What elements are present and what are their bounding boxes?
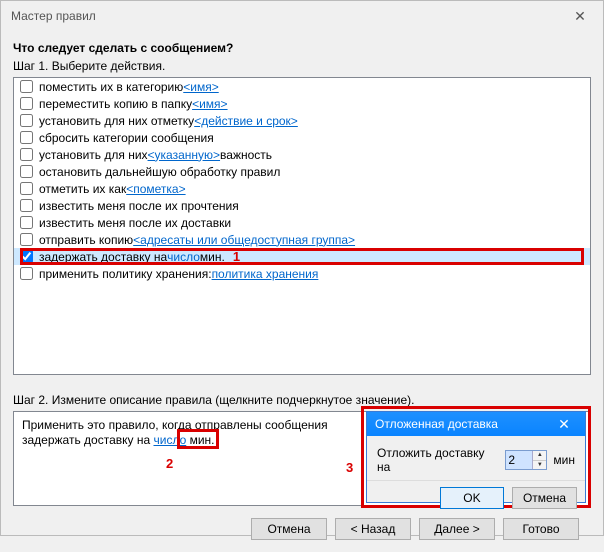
action-row[interactable]: известить меня после их доставки — [14, 214, 590, 231]
action-text: переместить копию в папку — [39, 97, 192, 111]
action-text: установить для них — [39, 148, 148, 162]
action-checkbox[interactable] — [20, 165, 33, 178]
close-icon[interactable]: ✕ — [557, 1, 603, 31]
unit-label: мин — [553, 453, 575, 467]
titlebar: Мастер правил ✕ — [1, 1, 603, 31]
desc-pre: задержать доставку на — [22, 433, 153, 447]
next-button[interactable]: Далее > — [419, 518, 495, 540]
action-row[interactable]: остановить дальнейшую обработку правил — [14, 163, 590, 180]
action-row[interactable]: отметить их как <пометка> — [14, 180, 590, 197]
action-row[interactable]: отправить копию <адресаты или общедоступ… — [14, 231, 590, 248]
action-checkbox[interactable] — [20, 148, 33, 161]
annotation-box-3: Отложенная доставка ✕ Отложить доставку … — [361, 406, 591, 508]
action-checkbox[interactable] — [20, 182, 33, 195]
action-link[interactable]: <пометка> — [126, 182, 185, 196]
step1-label: Шаг 1. Выберите действия. — [13, 59, 591, 73]
action-checkbox[interactable] — [20, 80, 33, 93]
action-text: отправить копию — [39, 233, 133, 247]
defer-label: Отложить доставку на — [377, 446, 499, 474]
action-row[interactable]: установить для них <указанную> важность — [14, 146, 590, 163]
action-link[interactable]: <указанную> — [148, 148, 221, 162]
annotation-number-1: 1 — [233, 249, 240, 264]
desc-number-link[interactable]: число — [153, 433, 186, 447]
action-text: применить политику хранения: — [39, 267, 212, 281]
action-row[interactable]: поместить их в категорию <имя> — [14, 78, 590, 95]
action-checkbox[interactable] — [20, 267, 33, 280]
action-row[interactable]: известить меня после их прочтения — [14, 197, 590, 214]
action-text: поместить их в категорию — [39, 80, 183, 94]
action-checkbox[interactable] — [20, 199, 33, 212]
action-row[interactable]: применить политику хранения: политика хр… — [14, 265, 590, 282]
action-link[interactable]: <адресаты или общедоступная группа> — [133, 233, 355, 247]
action-checkbox[interactable] — [20, 114, 33, 127]
action-text-post: мин. — [200, 250, 225, 264]
action-checkbox[interactable] — [20, 97, 33, 110]
action-link[interactable]: политика хранения — [212, 267, 319, 281]
action-row[interactable]: сбросить категории сообщения — [14, 129, 590, 146]
annotation-number-2: 2 — [166, 456, 173, 471]
finish-button[interactable]: Готово — [503, 518, 579, 540]
dialog-title: Отложенная доставка — [375, 417, 498, 431]
action-text: задержать доставку на — [39, 250, 167, 264]
action-text: установить для них отметку — [39, 114, 194, 128]
desc-post: мин. — [186, 433, 214, 447]
action-checkbox[interactable] — [20, 216, 33, 229]
step2-label: Шаг 2. Измените описание правила (щелкни… — [13, 393, 591, 407]
action-link[interactable]: число — [167, 250, 200, 264]
dialog-cancel-button[interactable]: Отмена — [512, 487, 577, 509]
window-title: Мастер правил — [11, 9, 96, 23]
spin-up-icon[interactable]: ▲ — [533, 451, 546, 461]
action-row[interactable]: установить для них отметку <действие и с… — [14, 112, 590, 129]
dialog-close-icon[interactable]: ✕ — [543, 412, 585, 436]
deferred-delivery-dialog: Отложенная доставка ✕ Отложить доставку … — [366, 411, 586, 503]
action-text: остановить дальнейшую обработку правил — [39, 165, 280, 179]
step1-question: Что следует сделать с сообщением? — [13, 41, 591, 55]
spin-down-icon[interactable]: ▼ — [533, 461, 546, 470]
annotation-number-3: 3 — [346, 460, 353, 475]
dialog-titlebar: Отложенная доставка ✕ — [367, 412, 585, 436]
action-link[interactable]: <имя> — [183, 80, 218, 94]
action-row[interactable]: задержать доставку на число мин. 1 — [14, 248, 590, 265]
rules-wizard-window: Мастер правил ✕ Что следует сделать с со… — [0, 0, 604, 536]
action-checkbox[interactable] — [20, 131, 33, 144]
back-button[interactable]: < Назад — [335, 518, 411, 540]
action-text: сбросить категории сообщения — [39, 131, 214, 145]
rule-description-box: Применить это правило, когда отправлены … — [13, 411, 591, 506]
action-text: отметить их как — [39, 182, 126, 196]
action-row[interactable]: переместить копию в папку <имя> — [14, 95, 590, 112]
actions-list[interactable]: поместить их в категорию <имя>переместит… — [13, 77, 591, 375]
cancel-button[interactable]: Отмена — [251, 518, 327, 540]
action-checkbox[interactable] — [20, 250, 33, 263]
minutes-spinner[interactable]: ▲ ▼ — [505, 450, 547, 470]
minutes-input[interactable] — [506, 451, 532, 469]
action-text: известить меня после их доставки — [39, 216, 231, 230]
dialog-ok-button[interactable]: OK — [440, 487, 504, 509]
action-link[interactable]: <имя> — [192, 97, 227, 111]
action-link[interactable]: <действие и срок> — [194, 114, 298, 128]
action-text-post: важность — [220, 148, 272, 162]
action-checkbox[interactable] — [20, 233, 33, 246]
action-text: известить меня после их прочтения — [39, 199, 239, 213]
